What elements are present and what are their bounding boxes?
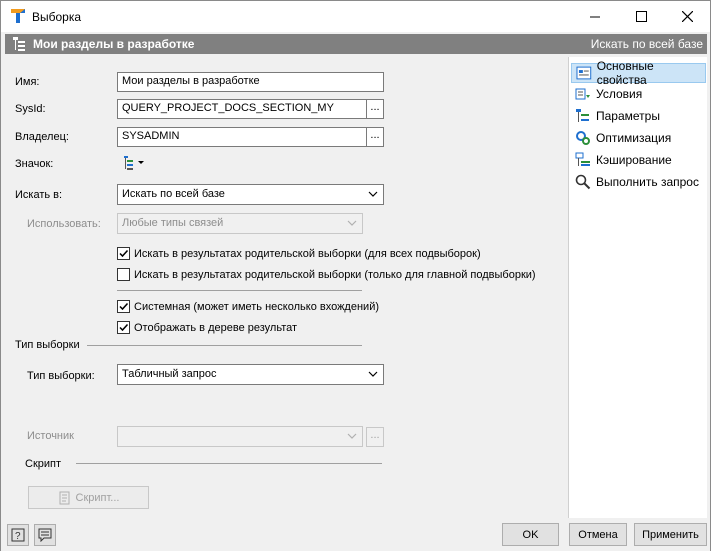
search-in-value: Искать по всей базе [122, 188, 225, 200]
search-in-label: Искать в: [15, 189, 63, 201]
sidebar-item-label: Параметры [596, 109, 660, 123]
sidebar-item-label: Основные свойства [596, 59, 654, 87]
sidebar-item-label: Условия [596, 87, 643, 101]
use-value: Любые типы связей [122, 217, 224, 229]
script-section-title: Скрипт [25, 458, 62, 470]
sidebar-item-caching[interactable]: Кэширование [571, 150, 706, 170]
checkbox-label: Отображать в дереве результат [134, 321, 298, 334]
checkbox-system[interactable]: Системная (может иметь несколько вхожден… [117, 300, 379, 313]
script-button[interactable]: Скрипт... [28, 486, 149, 509]
chevron-down-icon [368, 191, 378, 197]
sidebar-item-conditions[interactable]: Условия [571, 84, 706, 104]
sidebar-item-main-properties[interactable]: Основные свойства [571, 59, 706, 87]
chevron-down-icon [368, 371, 378, 377]
sysid-browse-button[interactable]: ... [366, 99, 384, 119]
owner-label: Владелец: [15, 131, 69, 143]
maximize-button[interactable] [618, 1, 664, 32]
chevron-down-icon [347, 220, 357, 226]
sidebar-item-parameters[interactable]: Параметры [571, 106, 706, 126]
cancel-button[interactable]: Отмена [569, 523, 627, 546]
name-input[interactable]: Мои разделы в разработке [117, 72, 384, 92]
checkbox-label: Искать в результатах родительской выборк… [134, 268, 536, 281]
help-icon: ? [11, 528, 25, 542]
parameters-icon [576, 109, 589, 122]
title-bar[interactable]: Выборка [1, 1, 710, 32]
properties-icon [576, 66, 592, 80]
minimize-icon [590, 16, 600, 17]
checkbox-box[interactable] [117, 247, 130, 260]
script-button-label: Скрипт... [75, 491, 120, 504]
sidebar-item-label: Кэширование [596, 153, 672, 167]
checkbox-show-tree[interactable]: Отображать в дереве результат [117, 321, 297, 334]
maximize-icon [635, 11, 647, 22]
owner-input[interactable]: SYSADMIN [117, 127, 367, 147]
apply-button[interactable]: Применить [634, 523, 707, 546]
checkbox-parent-main[interactable]: Искать в результатах родительской выборк… [117, 268, 536, 281]
owner-browse-button[interactable]: ... [366, 127, 384, 147]
source-browse-button[interactable]: ... [366, 427, 384, 447]
source-label: Источник [27, 430, 74, 442]
form-panel: Имя: Мои разделы в разработке SysId: QUE… [5, 57, 566, 518]
sysid-input[interactable]: QUERY_PROJECT_DOCS_SECTION_MY [117, 99, 367, 119]
comment-icon [38, 528, 52, 542]
divider [87, 345, 362, 346]
checkbox-parent-all[interactable]: Искать в результатах родительской выборк… [117, 247, 481, 260]
bottom-bar: ? OK Отмена Применить [1, 519, 710, 551]
svg-text:?: ? [15, 531, 21, 542]
header-title: Мои разделы в разработке [33, 37, 195, 51]
type-section-title: Тип выборки [15, 339, 80, 351]
window-title: Выборка [32, 10, 82, 24]
close-button[interactable] [664, 1, 710, 32]
sysid-label: SysId: [15, 103, 46, 115]
divider [117, 290, 362, 291]
help-button[interactable]: ? [7, 524, 29, 546]
app-logo-icon [10, 8, 26, 24]
checkbox-box[interactable] [117, 300, 130, 313]
type-select[interactable]: Табличный запрос [117, 364, 384, 385]
query-header: Мои разделы в разработке Искать по всей … [5, 34, 707, 54]
checkbox-box[interactable] [117, 321, 130, 334]
script-icon [59, 491, 70, 504]
name-label: Имя: [15, 76, 40, 88]
sidebar-item-label: Выполнить запрос [596, 175, 699, 189]
search-icon [575, 174, 591, 190]
type-label: Тип выборки: [27, 370, 95, 382]
sidebar-nav: Основные свойства Условия Параметры Опти… [568, 57, 707, 518]
checkmark-icon [119, 302, 129, 311]
ok-button[interactable]: OK [502, 523, 559, 546]
use-select[interactable]: Любые типы связей [117, 213, 363, 234]
sidebar-item-label: Оптимизация [596, 131, 672, 145]
icon-label: Значок: [15, 158, 54, 170]
query-icon-dropdown-icon [124, 156, 144, 170]
sidebar-item-execute-query[interactable]: Выполнить запрос [571, 172, 706, 192]
divider [76, 463, 382, 464]
checkbox-label: Искать в результатах родительской выборк… [134, 247, 481, 260]
sidebar-item-optimization[interactable]: Оптимизация [571, 128, 706, 148]
query-tree-icon [13, 37, 25, 54]
minimize-button[interactable] [572, 1, 618, 32]
type-value: Табличный запрос [122, 368, 217, 380]
conditions-icon [575, 88, 590, 100]
caching-icon [575, 152, 590, 166]
source-select[interactable] [117, 426, 363, 447]
dialog-window: Выборка Мои разделы в разработке Искать … [0, 0, 711, 551]
comment-button[interactable] [34, 524, 56, 546]
chevron-down-icon [347, 433, 357, 439]
header-scope: Искать по всей базе [590, 37, 703, 51]
icon-picker[interactable] [123, 155, 149, 171]
checkbox-label: Системная (может иметь несколько вхожден… [134, 300, 379, 313]
search-in-select[interactable]: Искать по всей базе [117, 184, 384, 205]
checkmark-icon [119, 249, 129, 258]
use-label: Использовать: [27, 218, 101, 230]
checkbox-box[interactable] [117, 268, 130, 281]
checkmark-icon [119, 323, 129, 332]
optimization-icon [576, 131, 590, 145]
close-icon [681, 11, 693, 22]
